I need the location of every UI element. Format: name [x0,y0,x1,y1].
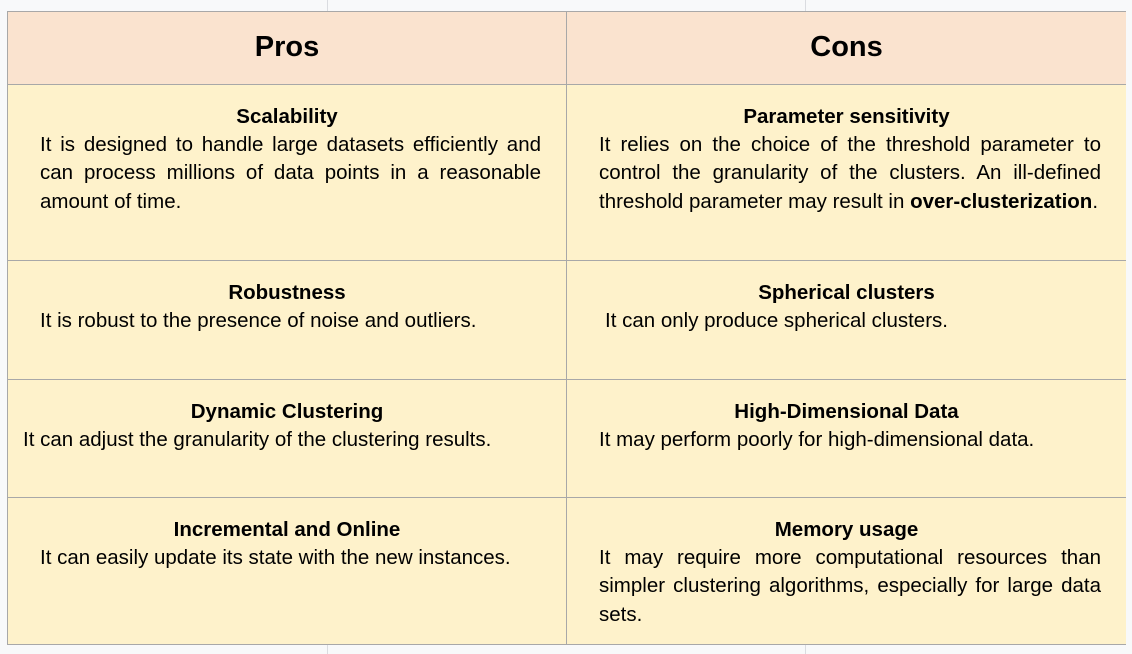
con-description: It can only produce spherical clusters. [605,309,948,332]
pro-cell-dynamic-clustering: Dynamic Clustering It can adjust the gra… [8,380,567,498]
con-cell-parameter-sensitivity: Parameter sensitivity It relies on the c… [567,85,1126,261]
con-description-end: . [1092,189,1099,213]
pros-header-cell: Pros [8,12,567,85]
pro-title: Incremental and Online [173,518,401,541]
pro-description: It is designed to handle large datasets … [40,133,541,213]
con-cell-memory-usage: Memory usage It may require more computa… [567,498,1126,644]
con-cell-spherical-clusters: Spherical clusters It can only produce s… [567,261,1126,380]
pros-cons-table: Pros Cons Scalability It is designed to … [7,11,1126,645]
con-description-bold: over-clusterization [910,189,1093,213]
con-description: It may perform poorly for high-dimension… [599,428,1035,451]
pro-cell-incremental-online: Incremental and Online It can easily upd… [8,498,567,644]
pro-cell-robustness: Robustness It is robust to the presence … [8,261,567,380]
pros-header: Pros [254,30,320,63]
con-title: Memory usage [774,518,919,541]
pro-title: Scalability [236,105,338,128]
cons-header-cell: Cons [567,12,1126,85]
pro-title: Robustness [228,281,346,304]
con-title: High-Dimensional Data [734,400,959,423]
pro-title: Dynamic Clustering [190,400,384,423]
con-cell-high-dimensional-data: High-Dimensional Data It may perform poo… [567,380,1126,498]
con-title: Spherical clusters [758,281,935,304]
con-description: It may require more computational resour… [599,546,1101,626]
cons-header: Cons [810,30,883,63]
con-description: It relies on the choice of the threshold… [599,131,1101,216]
pro-description: It can adjust the granularity of the clu… [23,428,492,451]
pro-cell-scalability: Scalability It is designed to handle lar… [8,85,567,261]
pro-description: It is robust to the presence of noise an… [40,309,477,332]
pro-description: It can easily update its state with the … [40,546,511,569]
con-title: Parameter sensitivity [743,105,950,128]
